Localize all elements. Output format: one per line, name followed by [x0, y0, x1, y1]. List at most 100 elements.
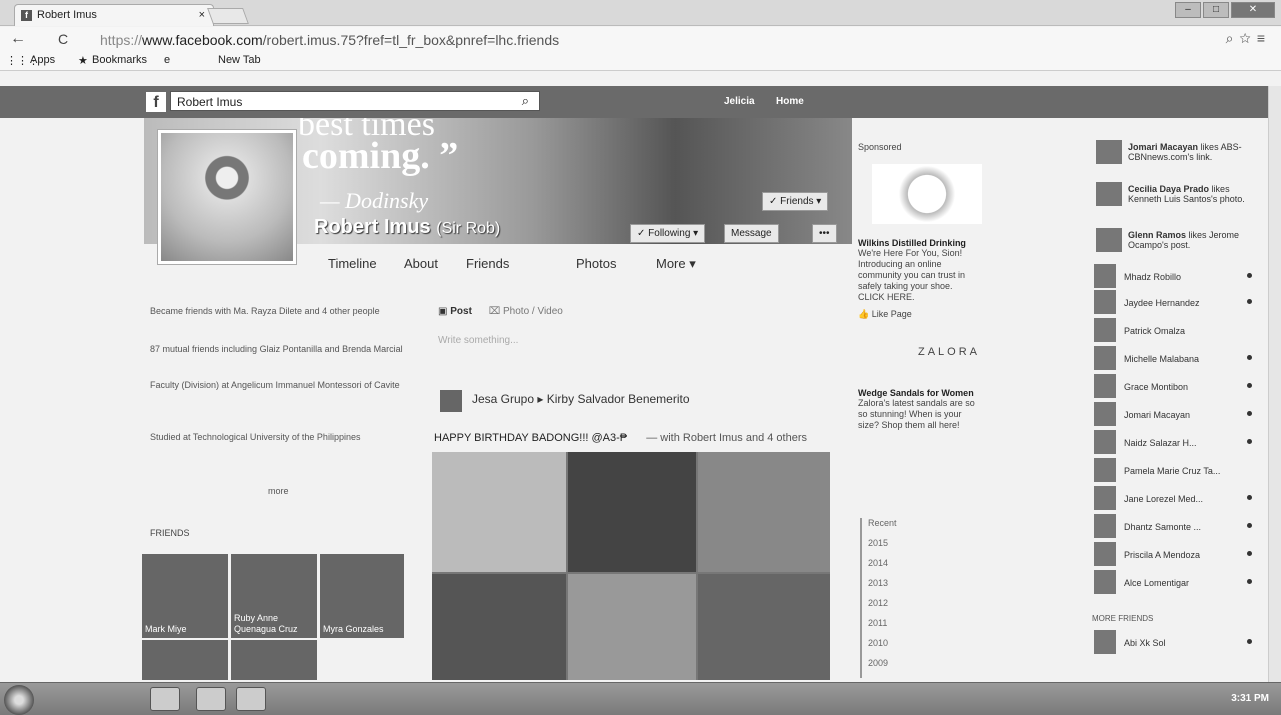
new-tab-button[interactable] [207, 8, 249, 24]
year-link[interactable]: 2010 [860, 638, 897, 658]
chat-contact[interactable]: Mhadz Robillo [1094, 264, 1254, 290]
ad-brand[interactable]: ZALORA [918, 346, 1083, 358]
friend-tile[interactable]: Ruby Anne Quenagua Cruz [231, 554, 317, 638]
collage-photo [698, 574, 830, 680]
chat-contact[interactable]: Jane Lorezel Med... [1094, 486, 1254, 512]
chat-contact[interactable]: Dhantz Samonte ... [1094, 514, 1254, 540]
year-link[interactable]: 2009 [860, 658, 897, 678]
friend-tile[interactable]: Myra Gonzales [320, 554, 404, 638]
facebook-logo-icon[interactable]: f [146, 92, 166, 112]
cover-quote-author: — Dodinsky [320, 188, 429, 213]
chat-contact[interactable]: Priscila A Mendoza [1094, 542, 1254, 568]
online-dot-icon [1247, 439, 1252, 444]
friend-tile[interactable] [142, 640, 228, 680]
ad-title[interactable]: Wedge Sandals for Women [858, 388, 1083, 398]
reload-icon[interactable]: C [58, 31, 68, 47]
friend-tile[interactable]: Mark Miye [142, 554, 228, 638]
intro-item[interactable]: Faculty (Division) at Angelicum Immanuel… [150, 380, 410, 391]
post-text: HAPPY BIRTHDAY BADONG!!! @A3-₱ — with Ro… [434, 432, 807, 444]
back-icon[interactable]: ← [10, 30, 26, 48]
bookmark-bookmarks[interactable]: Bookmarks [92, 54, 147, 66]
friends-button[interactable]: ✓ Friends ▾ [762, 192, 829, 211]
start-button[interactable] [4, 685, 34, 715]
tab-close-icon[interactable]: × [199, 9, 205, 21]
message-button[interactable]: Message [724, 224, 779, 243]
year-link[interactable]: 2013 [860, 578, 897, 598]
post-target-link[interactable]: Kirby Salvador Benemerito [547, 392, 690, 406]
url-field[interactable]: https://www.facebook.com/robert.imus.75?… [100, 32, 559, 48]
page-scrollbar[interactable] [1268, 86, 1281, 686]
bookmark-e[interactable]: e [164, 54, 170, 66]
following-button[interactable]: ✓ Following ▾ [630, 224, 706, 243]
online-dot-icon [1247, 551, 1252, 556]
nav-home-link[interactable]: Home [776, 96, 804, 107]
avatar [1094, 542, 1116, 566]
taskbar-app-chrome[interactable] [150, 687, 180, 711]
chat-contact[interactable]: Patrick Omalza [1094, 318, 1254, 344]
avatar [1094, 458, 1116, 482]
taskbar-app-explorer[interactable] [196, 687, 226, 711]
browser-tab[interactable]: f Robert Imus × [14, 4, 214, 26]
like-page-button[interactable]: 👍 Like Page [858, 309, 1083, 320]
chat-contact[interactable]: Jaydee Hernandez [1094, 290, 1254, 316]
bookmark-newtab[interactable]: New Tab [218, 54, 261, 66]
post-photo-collage[interactable] [432, 452, 830, 680]
post-author-link[interactable]: Jesa Grupo [472, 392, 534, 406]
avatar [1096, 228, 1122, 252]
online-dot-icon [1247, 579, 1252, 584]
chat-contact[interactable]: Pamela Marie Cruz Ta... [1094, 458, 1254, 484]
post-tagged-link[interactable]: — with Robert Imus and 4 others [646, 432, 807, 444]
avatar [1094, 264, 1116, 288]
avatar [1094, 346, 1116, 370]
avatar [1094, 402, 1116, 426]
photo-video-tab[interactable]: ⌧ Photo / Video [489, 306, 563, 317]
post-tab[interactable]: ▣ Post [438, 306, 472, 317]
tab-photos[interactable]: Photos [576, 256, 616, 271]
collage-photo [568, 574, 696, 680]
ad-image[interactable] [872, 164, 982, 224]
more-options-button[interactable]: ••• [812, 224, 837, 243]
search-input[interactable]: Robert Imus ⌕ [170, 91, 540, 111]
taskbar-app[interactable] [236, 687, 266, 711]
tab-more[interactable]: More ▾ [656, 256, 696, 272]
year-link[interactable]: 2015 [860, 538, 897, 558]
nav-profile-link[interactable]: Jelicia [724, 96, 755, 107]
window-controls: – □ ✕ [1175, 2, 1275, 18]
chat-contact[interactable]: Michelle Malabana [1094, 346, 1254, 372]
intro-item[interactable]: Studied at Technological University of t… [150, 432, 410, 443]
chat-contact[interactable]: Alce Lomentigar [1094, 570, 1254, 596]
address-bar: ← C https://www.facebook.com/robert.imus… [0, 27, 1281, 51]
avatar [1094, 514, 1116, 538]
composer-input[interactable]: Write something... [438, 335, 563, 346]
year-recent[interactable]: Recent [860, 518, 897, 538]
year-link[interactable]: 2012 [860, 598, 897, 618]
intro-item[interactable]: Became friends with Ma. Rayza Dilete and… [150, 306, 410, 317]
profile-name[interactable]: Robert Imus (Sir Rob) [314, 216, 500, 239]
friends-section-label[interactable]: FRIENDS [150, 528, 190, 538]
year-link[interactable]: 2014 [860, 558, 897, 578]
online-dot-icon [1247, 523, 1252, 528]
profile-picture[interactable] [158, 130, 296, 264]
close-window-button[interactable]: ✕ [1231, 2, 1275, 18]
tab-friends[interactable]: Friends [466, 256, 509, 271]
friend-tile[interactable] [231, 640, 317, 680]
browser-menu-icons[interactable]: ⌕☆≡ [1226, 30, 1271, 47]
intro-more-link[interactable]: more [268, 486, 328, 497]
bookmark-apps[interactable]: Apps [30, 54, 55, 66]
chat-contact[interactable]: Naidz Salazar H... [1094, 430, 1254, 456]
tab-about[interactable]: About [404, 256, 438, 271]
sponsored-label: Sponsored [858, 142, 902, 152]
search-icon[interactable]: ⌕ [522, 93, 529, 109]
ad-title[interactable]: Wilkins Distilled Drinking [858, 238, 1083, 248]
system-clock[interactable]: 3:31 PM [1231, 693, 1269, 704]
year-link[interactable]: 2011 [860, 618, 897, 638]
tab-timeline[interactable]: Timeline [328, 256, 377, 271]
post-title: Jesa Grupo ▸ Kirby Salvador Benemerito [472, 392, 690, 406]
chat-contact[interactable]: Grace Montibon [1094, 374, 1254, 400]
minimize-button[interactable]: – [1175, 2, 1201, 18]
post-author-avatar[interactable] [440, 390, 462, 412]
maximize-button[interactable]: □ [1203, 2, 1229, 18]
chat-contact[interactable]: Jomari Macayan [1094, 402, 1254, 428]
intro-item[interactable]: 87 mutual friends including Glaiz Pontan… [150, 344, 410, 355]
chat-contact[interactable]: Abi Xk Sol [1094, 630, 1254, 656]
